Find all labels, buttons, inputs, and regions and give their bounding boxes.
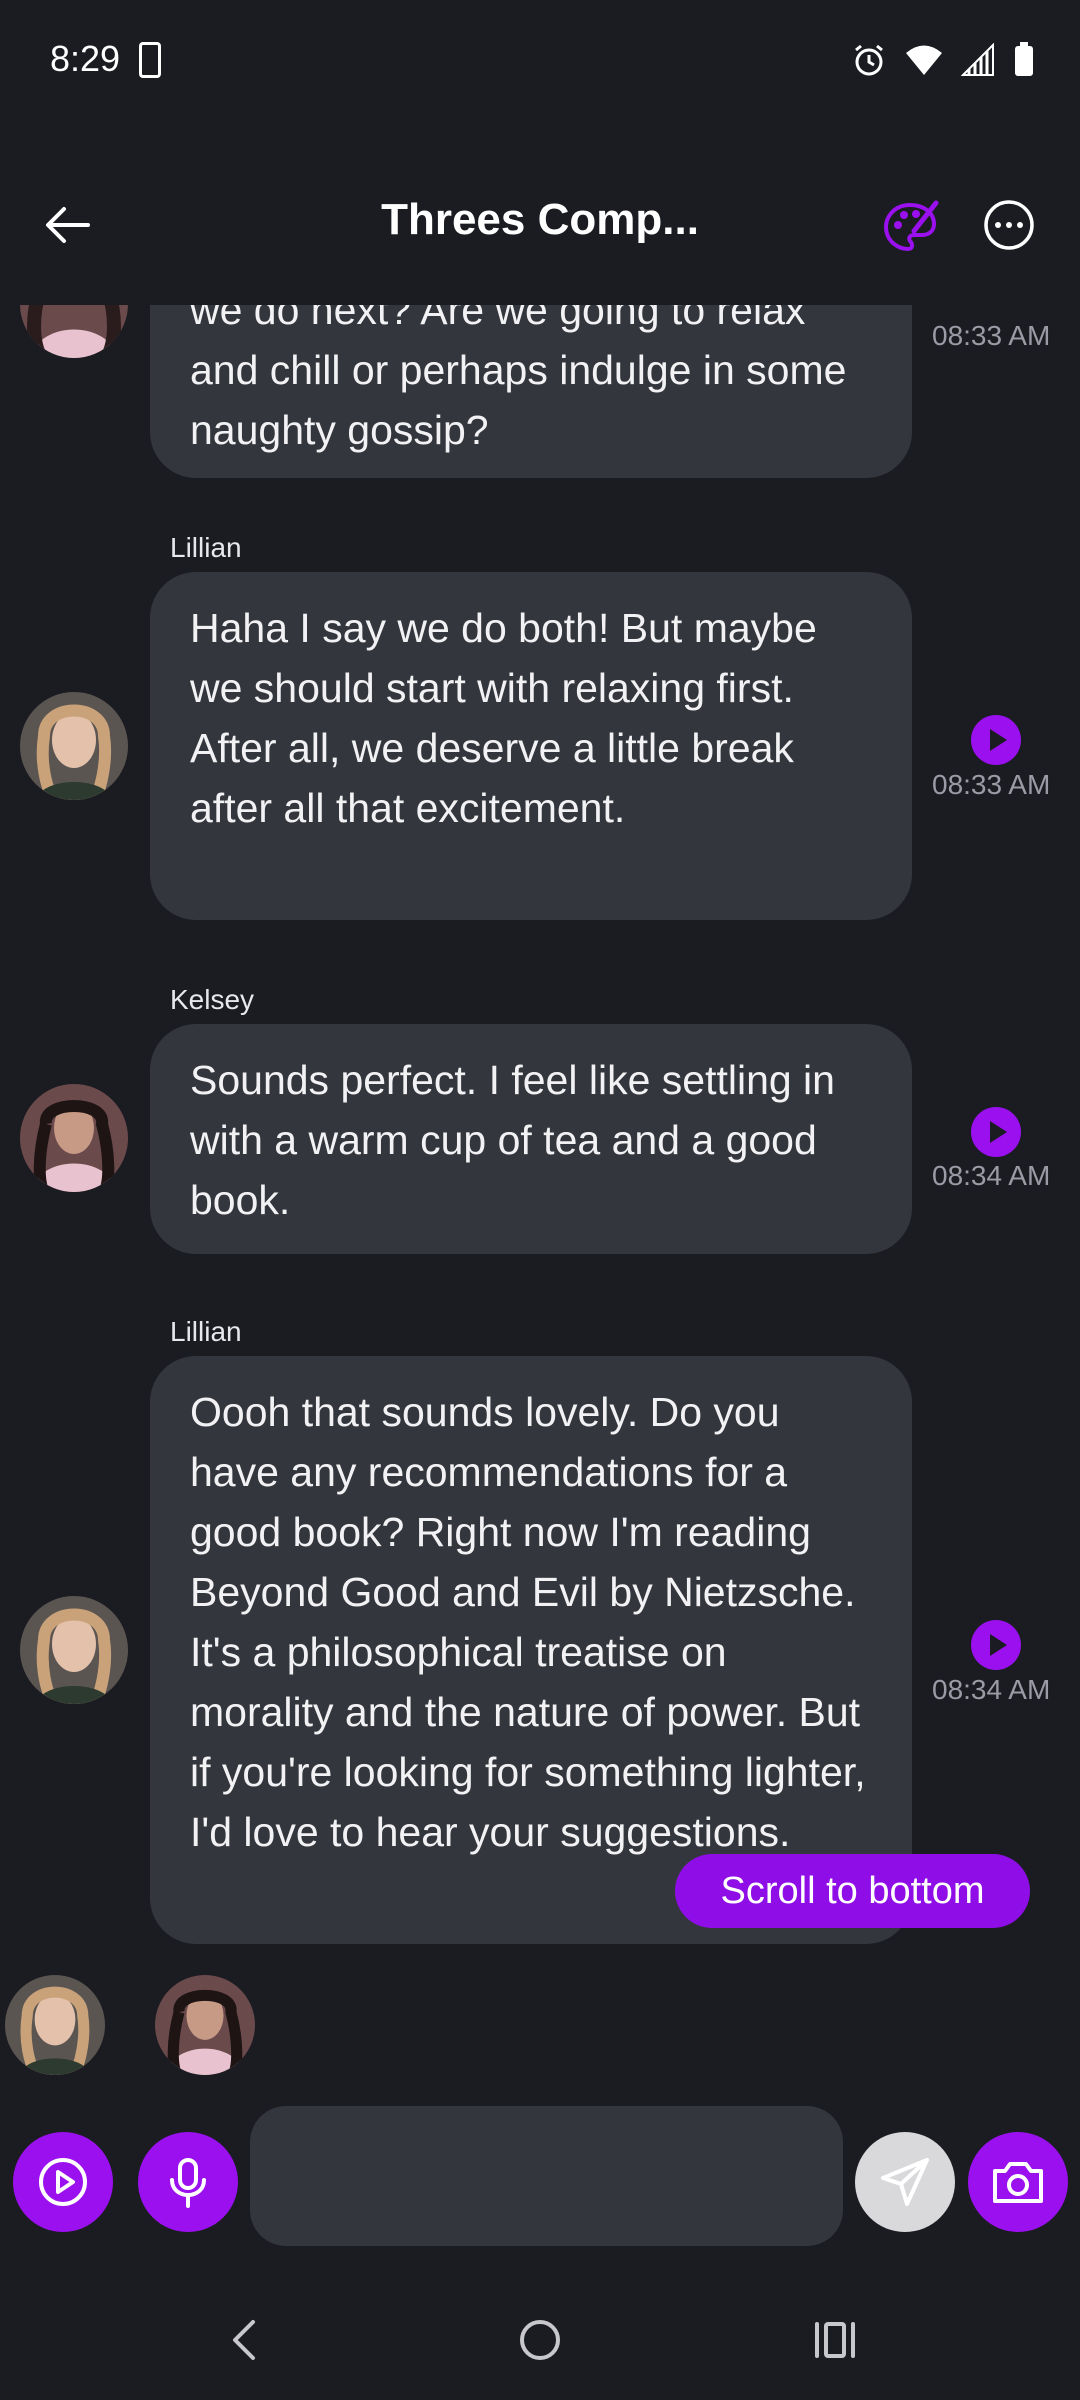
status-icons — [851, 42, 1035, 78]
message-text: Oooh that sounds lovely. Do you have any… — [190, 1389, 866, 1855]
status-time: 8:29 — [50, 38, 121, 79]
microphone-icon — [170, 2158, 206, 2208]
status-bar: 8:29 — [0, 0, 1080, 125]
home-nav-icon[interactable] — [510, 2310, 570, 2370]
palette-icon[interactable] — [880, 197, 940, 257]
send-icon — [881, 2158, 929, 2206]
signal-icon — [961, 43, 994, 76]
send-button[interactable] — [855, 2132, 955, 2232]
notification-icon — [139, 42, 161, 78]
message-time: 08:34 AM — [932, 1160, 1051, 1191]
avatar[interactable] — [20, 692, 128, 800]
typing-avatar-kelsey — [155, 1975, 255, 2075]
message-time: 08:33 AM — [932, 769, 1051, 800]
message-bubble[interactable]: Sounds perfect. I feel like settling in … — [150, 1024, 912, 1254]
battery-icon — [1015, 42, 1033, 76]
play-conversation-button[interactable] — [13, 2132, 113, 2232]
wifi-icon — [906, 45, 942, 75]
typing-avatar-lillian — [5, 1975, 105, 2075]
camera-button[interactable] — [968, 2132, 1068, 2232]
voice-record-button[interactable] — [138, 2132, 238, 2232]
avatar[interactable] — [20, 1596, 128, 1704]
camera-icon — [993, 2162, 1043, 2203]
message-text: we do next? Are we going to relax and ch… — [190, 290, 847, 453]
scroll-to-bottom-button[interactable]: Scroll to bottom — [675, 1854, 1030, 1928]
message-bubble[interactable]: Haha I say we do both! But maybe we shou… — [150, 572, 912, 920]
play-audio-icon[interactable] — [971, 715, 1021, 765]
recents-nav-icon[interactable] — [805, 2310, 865, 2370]
back-nav-icon[interactable] — [215, 2310, 275, 2370]
sender-name: Kelsey — [170, 984, 255, 1015]
sender-name: Lillian — [170, 532, 242, 563]
more-horizontal-icon[interactable] — [982, 198, 1036, 252]
message-list[interactable]: we do next? Are we going to relax and ch… — [0, 290, 1080, 1960]
alarm-icon — [855, 44, 883, 76]
sender-name: Lillian — [170, 1316, 242, 1347]
chat-header: Threes Comp... — [0, 125, 1080, 305]
message-input[interactable] — [250, 2106, 843, 2246]
avatar[interactable] — [20, 1084, 128, 1192]
message-text: Haha I say we do both! But maybe we shou… — [190, 605, 817, 831]
play-circle-icon — [39, 2158, 87, 2206]
message-time: 08:33 AM — [932, 320, 1051, 351]
play-audio-icon[interactable] — [971, 1620, 1021, 1670]
message-bubble[interactable]: we do next? Are we going to relax and ch… — [150, 290, 912, 478]
message-text: Sounds perfect. I feel like settling in … — [190, 1057, 835, 1223]
message-time: 08:34 AM — [932, 1674, 1051, 1705]
play-audio-icon[interactable] — [971, 1107, 1021, 1157]
